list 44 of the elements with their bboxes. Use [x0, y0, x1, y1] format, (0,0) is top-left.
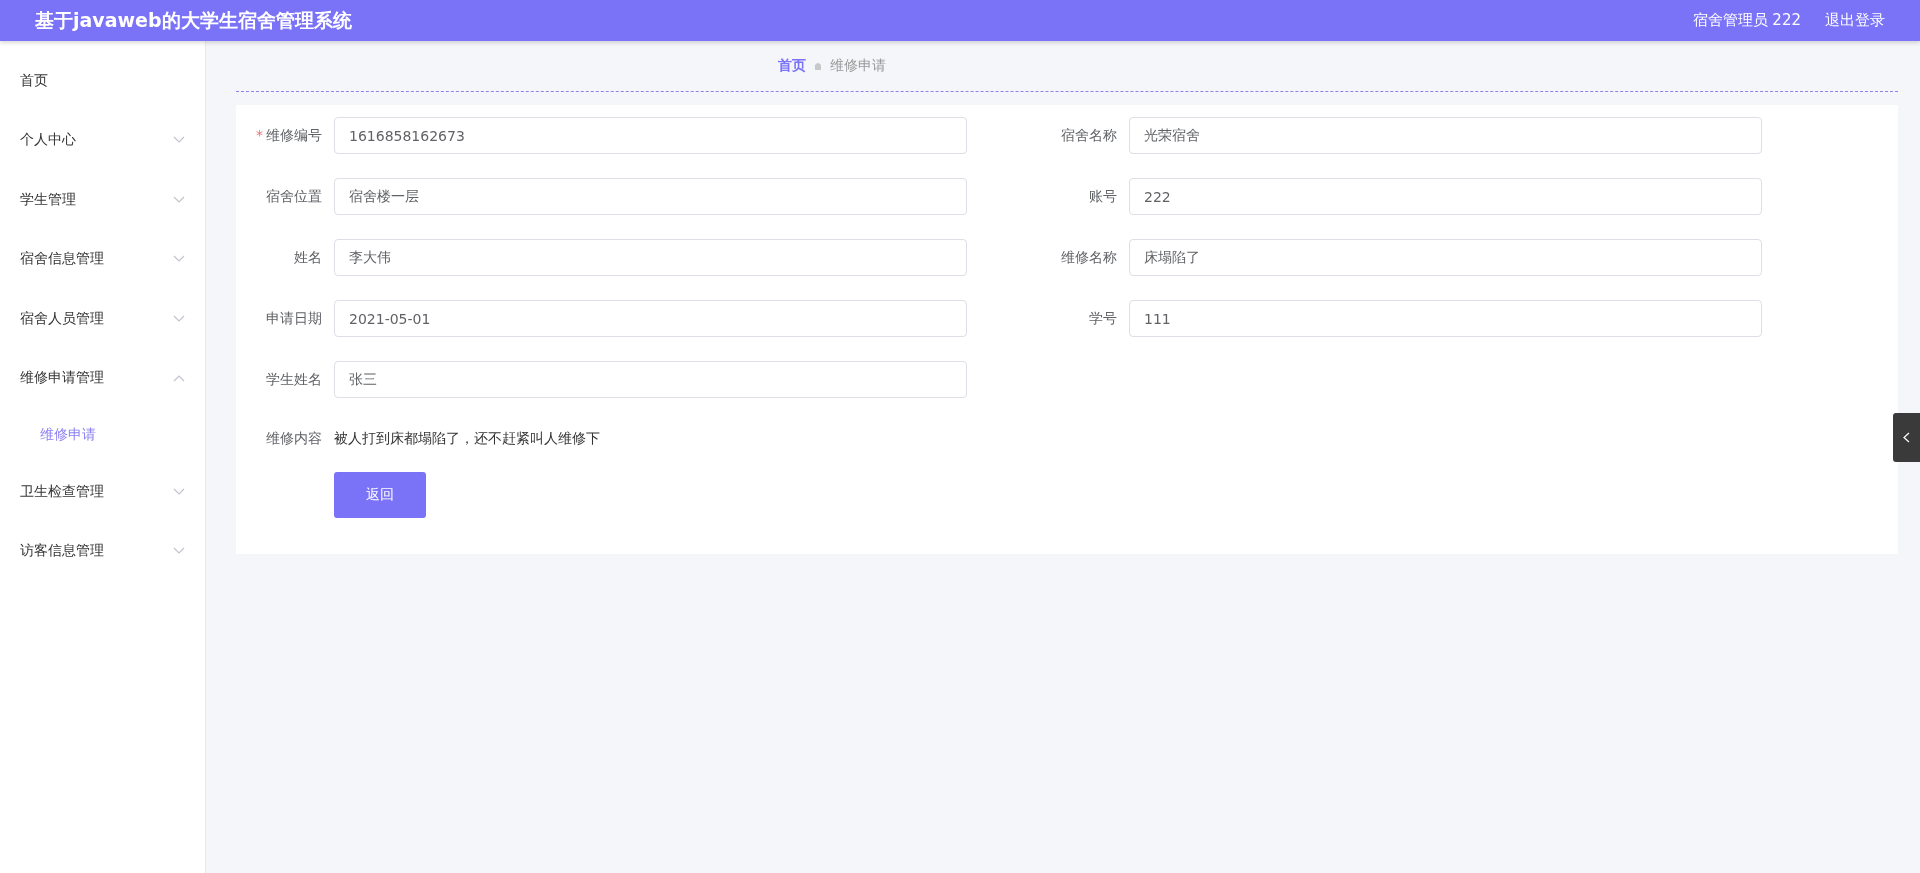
app-title: 基于javaweb的大学生宿舍管理系统 [35, 7, 353, 33]
field-label: 宿舍名称 [1060, 126, 1117, 145]
user-name: 宿舍管理员 222 [1692, 11, 1801, 30]
menu-item[interactable]: 卫生检查管理 [0, 462, 205, 522]
menu-item[interactable]: 首页 [0, 51, 205, 111]
input-field[interactable]: 1616858162673 [334, 117, 967, 154]
chevron-down-icon [173, 314, 185, 323]
input-field[interactable]: 222 [1129, 178, 1762, 215]
chevron-down-icon [173, 487, 185, 496]
field-label: 申请日期 [265, 309, 322, 328]
input-field[interactable]: 李大伟 [334, 239, 967, 276]
logout-link[interactable]: 退出登录 [1825, 11, 1885, 30]
field-label: 维修内容 [265, 430, 322, 448]
input-field[interactable]: 床塌陷了 [1129, 239, 1762, 276]
field-label: 学号 [1088, 309, 1117, 328]
input-field[interactable]: 宿舍楼一层 [334, 178, 967, 215]
chevron-down-icon [173, 136, 185, 145]
menu-item[interactable]: 访客信息管理 [0, 521, 205, 581]
input-field[interactable]: 光荣宿舍 [1129, 117, 1762, 154]
back-button[interactable]: 返回 [334, 472, 426, 518]
field-label: * 维修编号 [255, 126, 322, 145]
input-field[interactable]: 111 [1129, 300, 1762, 337]
field-label: 姓名 [293, 248, 322, 267]
menu-item[interactable]: 维修申请管理 [0, 348, 205, 408]
repair-content: 被人打到床都塌陷了，还不赶紧叫人维修下 [334, 430, 600, 448]
chevron-up-icon [173, 374, 185, 383]
chevron-down-icon [173, 195, 185, 204]
input-field[interactable]: 2021-05-01 [334, 300, 967, 337]
collapse-tab[interactable] [1893, 413, 1920, 462]
field-label: 账号 [1088, 187, 1117, 206]
chevron-left-icon [1903, 432, 1910, 443]
submenu-item[interactable]: 维修申请 [0, 408, 205, 462]
field-label: 学生姓名 [265, 370, 322, 389]
menu-item[interactable]: 宿舍人员管理 [0, 289, 205, 349]
chevron-down-icon [173, 255, 185, 264]
field-label: 宿舍位置 [265, 187, 322, 206]
menu-item[interactable]: 学生管理 [0, 170, 205, 230]
menu-item[interactable]: 个人中心 [0, 110, 205, 170]
breadcrumb-link[interactable]: 首页 [778, 57, 806, 75]
menu-item[interactable]: 宿舍信息管理 [0, 229, 205, 289]
input-field[interactable]: 张三 [334, 361, 967, 398]
field-label: 维修名称 [1060, 248, 1117, 267]
separator-icon [814, 61, 822, 71]
chevron-down-icon [173, 547, 185, 556]
